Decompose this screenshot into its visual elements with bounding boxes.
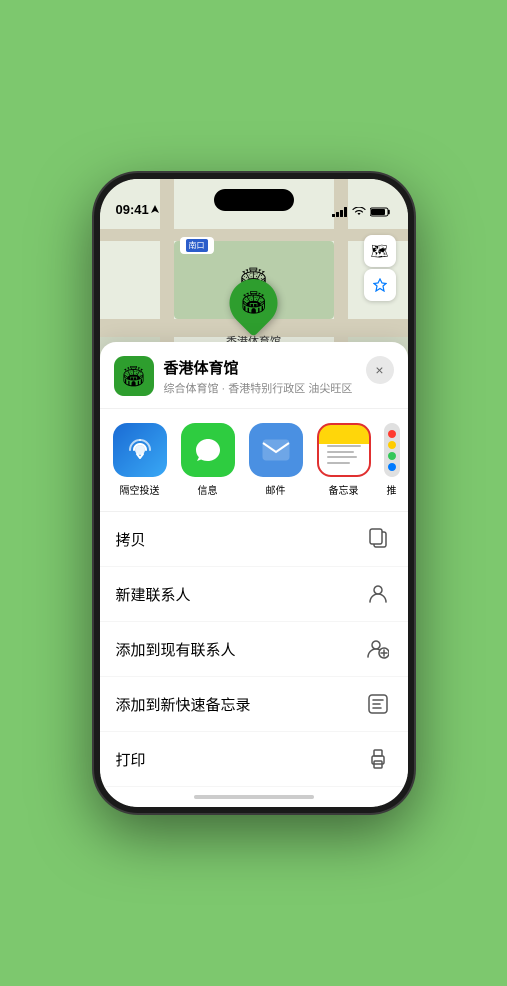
mail-icon-wrap (249, 423, 303, 477)
dot-green (388, 452, 396, 460)
location-venue-icon: 🏟 (114, 356, 154, 396)
menu-item-new-contact[interactable]: 新建联系人 (100, 567, 408, 622)
menu-item-print[interactable]: 打印 (100, 732, 408, 787)
copy-svg-icon (368, 528, 388, 550)
person-icon (364, 580, 392, 608)
phone-screen: 09:41 (100, 179, 408, 807)
add-contact-label: 添加到现有联系人 (116, 639, 236, 660)
print-label: 打印 (116, 749, 146, 770)
mail-icon (261, 438, 291, 462)
menu-items: 拷贝 新建联系人 (100, 511, 408, 787)
share-item-messages[interactable]: 信息 (178, 423, 238, 497)
location-button[interactable] (364, 269, 396, 301)
road-horizontal-top (100, 229, 408, 241)
share-actions-row: 隔空投送 信息 (100, 409, 408, 511)
share-item-more[interactable]: 推 (382, 423, 402, 497)
notes-line-3 (327, 456, 358, 458)
location-pin: 🏟 香港体育馆 (226, 279, 281, 349)
quick-note-icon (364, 690, 392, 718)
wifi-icon (352, 207, 366, 217)
dot-blue (388, 463, 396, 471)
menu-item-quick-note[interactable]: 添加到新快速备忘录 (100, 677, 408, 732)
share-item-mail[interactable]: 邮件 (246, 423, 306, 497)
battery-icon (370, 207, 392, 217)
notes-icon-wrap (317, 423, 371, 477)
location-name: 香港体育馆 (164, 357, 394, 378)
pin-circle: 🏟 (220, 269, 288, 337)
person-svg-icon (368, 583, 388, 605)
notes-line-1 (327, 445, 361, 447)
location-desc: 综合体育馆 · 香港特别行政区 油尖旺区 (164, 380, 394, 396)
notes-lines (325, 445, 363, 464)
share-item-airdrop[interactable]: 隔空投送 (110, 423, 170, 497)
print-svg-icon (368, 749, 388, 769)
print-icon (364, 745, 392, 773)
notes-line-4 (327, 462, 351, 464)
messages-label: 信息 (198, 482, 218, 497)
dynamic-island (214, 189, 294, 211)
pin-icon: 🏟 (240, 290, 268, 316)
airdrop-label: 隔空投送 (120, 482, 160, 497)
airdrop-icon (126, 436, 154, 464)
status-icons (332, 207, 392, 217)
bottom-sheet: 🏟 香港体育馆 综合体育馆 · 香港特别行政区 油尖旺区 × (100, 342, 408, 807)
close-button[interactable]: × (366, 356, 394, 384)
copy-icon (364, 525, 392, 553)
map-type-button[interactable]: 🗺 (364, 235, 396, 267)
location-info: 香港体育馆 综合体育馆 · 香港特别行政区 油尖旺区 (164, 357, 394, 396)
dot-yellow (388, 441, 396, 449)
quick-note-label: 添加到新快速备忘录 (116, 694, 251, 715)
messages-icon-wrap (181, 423, 235, 477)
menu-item-add-contact[interactable]: 添加到现有联系人 (100, 622, 408, 677)
menu-item-copy[interactable]: 拷贝 (100, 512, 408, 567)
phone-frame: 09:41 (94, 173, 414, 813)
more-label: 推 (387, 482, 397, 497)
messages-icon (193, 435, 223, 465)
new-contact-label: 新建联系人 (116, 584, 191, 605)
share-item-notes[interactable]: 备忘录 (314, 423, 374, 497)
map-label: 南口 (180, 237, 214, 254)
status-time: 09:41 (116, 202, 159, 217)
home-indicator (194, 795, 314, 799)
location-icon (373, 278, 387, 292)
more-icon-wrap (384, 423, 400, 477)
dot-red (388, 430, 396, 438)
quick-note-svg-icon (368, 694, 388, 714)
time-display: 09:41 (116, 202, 149, 217)
notes-label: 备忘录 (329, 482, 359, 497)
map-controls: 🗺 (364, 235, 396, 301)
notes-line-2 (327, 451, 354, 453)
airdrop-icon-wrap (113, 423, 167, 477)
location-header: 🏟 香港体育馆 综合体育馆 · 香港特别行政区 油尖旺区 × (100, 342, 408, 409)
person-add-icon (364, 635, 392, 663)
person-add-svg-icon (367, 638, 389, 660)
location-arrow-icon (151, 205, 159, 215)
signal-icon (332, 207, 348, 217)
copy-label: 拷贝 (116, 529, 146, 550)
mail-label: 邮件 (266, 482, 286, 497)
